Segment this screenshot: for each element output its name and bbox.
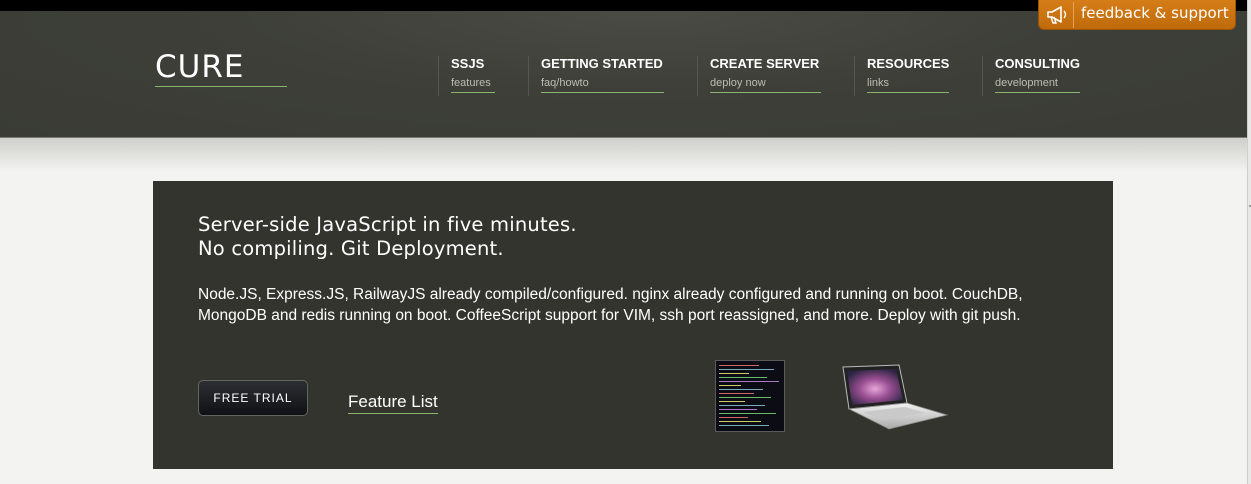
nav-separator: [438, 56, 439, 96]
hero-panel: Server-side JavaScript in five minutes. …: [153, 181, 1113, 469]
nav-title: RESOURCES: [867, 56, 950, 71]
nav-title: SSJS: [451, 56, 485, 71]
megaphone-icon: [1047, 6, 1067, 24]
site-logo[interactable]: CURE: [155, 49, 287, 87]
nav-separator: [854, 56, 855, 96]
nav-item-ssjs[interactable]: SSJS features: [438, 56, 495, 96]
scrollbar[interactable]: [1247, 0, 1251, 484]
nav-subtitle: links: [867, 77, 890, 89]
headline-line-1: Server-side JavaScript in five minutes.: [198, 213, 577, 236]
free-trial-button[interactable]: FREE TRIAL: [198, 380, 308, 416]
feedback-support-tab[interactable]: feedback & support: [1038, 0, 1236, 30]
terminal-screenshot-thumbnail[interactable]: [715, 360, 785, 432]
feature-list-link[interactable]: Feature List: [348, 392, 438, 414]
nav-link-getting-started[interactable]: GETTING STARTED faq/howto: [541, 56, 664, 93]
headline-line-2: No compiling. Git Deployment.: [198, 237, 504, 260]
nav-item-create-server[interactable]: CREATE SERVER deploy now: [697, 56, 821, 96]
nav-subtitle: faq/howto: [541, 77, 589, 89]
nav-item-consulting[interactable]: CONSULTING development: [982, 56, 1080, 96]
nav-separator: [528, 56, 529, 96]
laptop-image[interactable]: [839, 363, 951, 433]
nav-subtitle: deploy now: [710, 77, 766, 89]
feedback-divider: [1073, 2, 1074, 28]
nav-subtitle: features: [451, 77, 491, 89]
nav-link-create-server[interactable]: CREATE SERVER deploy now: [710, 56, 821, 93]
nav-link-resources[interactable]: RESOURCES links: [867, 56, 949, 93]
feedback-label: feedback & support: [1081, 4, 1229, 22]
nav-title: GETTING STARTED: [541, 56, 663, 71]
nav-item-resources[interactable]: RESOURCES links: [854, 56, 949, 96]
nav-link-ssjs[interactable]: SSJS features: [451, 56, 495, 93]
nav-separator: [982, 56, 983, 96]
hero-headline: Server-side JavaScript in five minutes. …: [198, 213, 577, 261]
nav-separator: [697, 56, 698, 96]
nav-item-getting-started[interactable]: GETTING STARTED faq/howto: [528, 56, 664, 96]
nav-subtitle: development: [995, 77, 1058, 89]
hero-description: Node.JS, Express.JS, RailwayJS already c…: [198, 286, 1023, 324]
nav-title: CREATE SERVER: [710, 56, 820, 71]
nav-title: CONSULTING: [995, 56, 1080, 71]
header-shadow: [0, 138, 1248, 172]
nav-link-consulting[interactable]: CONSULTING development: [995, 56, 1080, 93]
